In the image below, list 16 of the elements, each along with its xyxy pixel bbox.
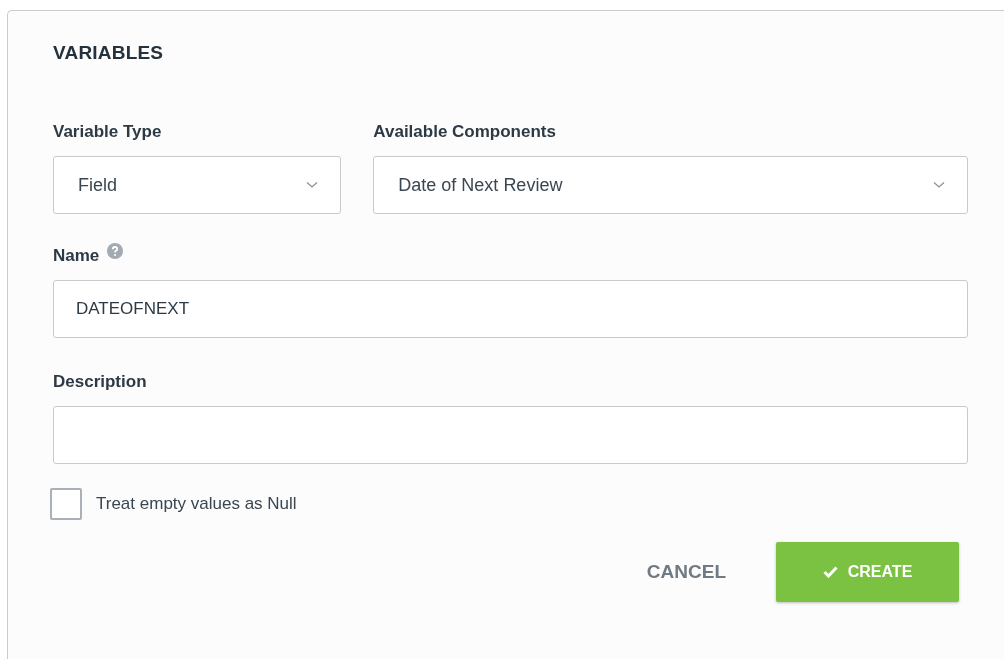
name-input[interactable]: DATEOFNEXT <box>53 280 968 338</box>
description-input[interactable] <box>53 406 968 464</box>
chevron-down-icon <box>933 181 945 189</box>
help-icon[interactable] <box>107 243 124 259</box>
field-label: Available Components <box>373 121 557 143</box>
field-label: Description <box>53 371 148 393</box>
checkbox[interactable] <box>50 488 82 520</box>
field-label: Name <box>53 246 100 266</box>
cancel-button[interactable]: CANCEL <box>636 542 736 602</box>
field-label: Variable Type <box>53 121 163 143</box>
available-components-dropdown[interactable]: Date of Next Review <box>373 156 968 214</box>
checkmark-icon <box>822 566 838 578</box>
checkbox-label: Treat empty values as Null <box>96 494 297 514</box>
variable-type-dropdown[interactable]: Field <box>53 156 342 214</box>
chevron-down-icon <box>306 181 319 189</box>
dialog-title: VARIABLES <box>53 42 165 64</box>
